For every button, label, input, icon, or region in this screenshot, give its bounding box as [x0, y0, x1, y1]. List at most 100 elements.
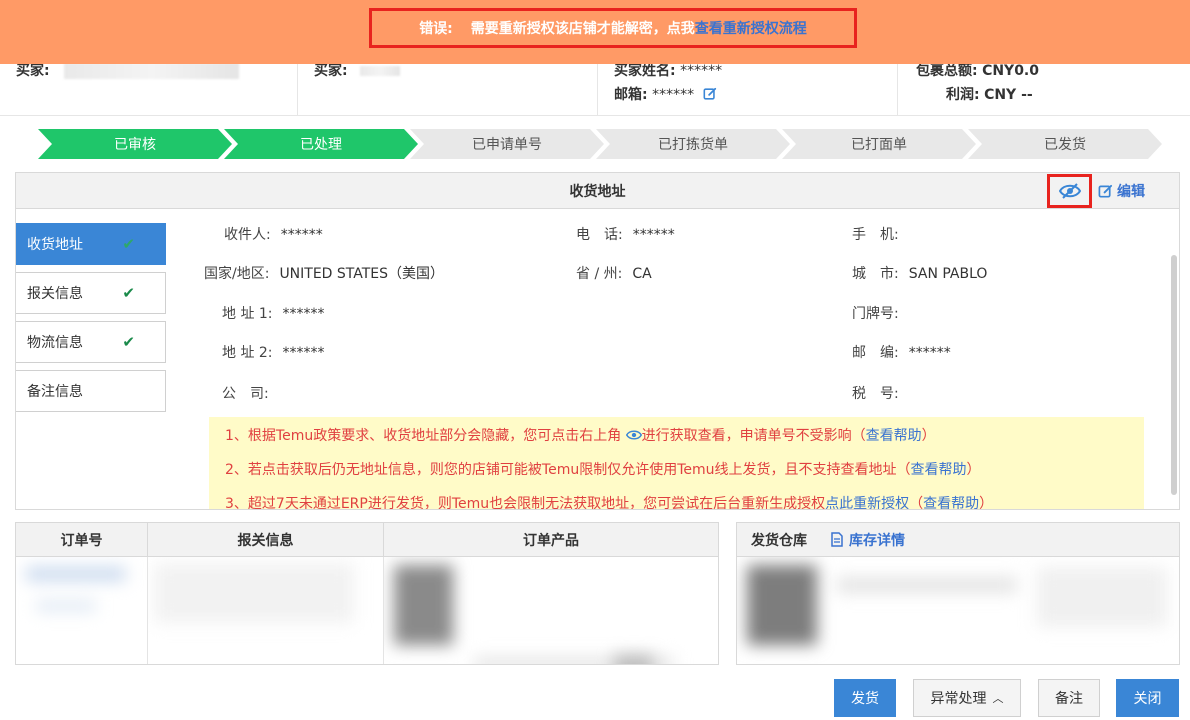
notice-text: 2、若点击获取后仍无地址信息，则您的店铺可能被Temu限制仅允许使用Temu线上… [225, 462, 911, 478]
shipping-address-panel: 收货地址 编辑 收货地址 ✔ 报关信息 ✔ 物流信息 ✔ 备注信息 收件人: *… [15, 172, 1180, 510]
address2-field: 地 址 2: ****** [222, 342, 325, 362]
tab-label: 收货地址 [27, 237, 83, 253]
email-value: ****** [652, 87, 695, 103]
col-order-products: 订单产品 [523, 532, 579, 549]
address1-label: 地 址 1: [222, 306, 273, 322]
note-button-label: 备注 [1055, 691, 1083, 707]
reveal-address-button[interactable] [1047, 174, 1092, 208]
country-field: 国家/地区: UNITED STATES（美国） [204, 263, 444, 283]
error-message-box: 错误: 需要重新授权该店铺才能解密，点我 查看重新授权流程 [369, 8, 857, 48]
buyer-value-blurred [64, 63, 240, 79]
address-panel-header: 收货地址 编辑 [16, 173, 1179, 209]
notice-text: 3、超过7天未通过ERP进行发货，则Temu也会限制无法获取地址，您可尝试在后台… [225, 496, 826, 509]
ship-button-label: 发货 [851, 691, 879, 707]
exception-handling-button[interactable]: 异常处理 ︿ [913, 679, 1021, 717]
stock-detail-link[interactable]: 库存详情 [831, 530, 905, 550]
notice-paren: ） [921, 428, 936, 444]
notice-paren: ） [966, 462, 981, 478]
edit-address-button[interactable]: 编辑 [1098, 181, 1145, 201]
edit-icon [1098, 184, 1113, 197]
address1-field: 地 址 1: ****** [222, 303, 325, 323]
city-field: 城 市: SAN PABLO [852, 263, 987, 283]
check-icon: ✔ [122, 333, 135, 351]
order-items-table: 订单号 报关信息 订单产品 [15, 522, 719, 665]
chevron-up-icon: ︿ [992, 692, 1004, 705]
step-shipped: 已发货 [968, 129, 1162, 159]
province-value: CA [632, 266, 652, 282]
step-reviewed: 已审核 [38, 129, 232, 159]
shipping-warehouse-panel: 发货仓库 库存详情 [736, 522, 1180, 665]
company-label: 公 司: [222, 386, 269, 402]
error-text: 需要重新授权该店铺才能解密，点我 [470, 21, 695, 37]
buyer-label: 买家: [16, 63, 50, 79]
phone-field: 电 话: ****** [576, 224, 675, 244]
close-button[interactable]: 关闭 [1116, 679, 1179, 717]
address1-value: ****** [282, 306, 325, 322]
blurred-content [26, 567, 126, 581]
notice-paren: （ [909, 496, 924, 509]
step-picklist-printed: 已打拣货单 [596, 129, 790, 159]
help-link[interactable]: 查看帮助 [911, 462, 967, 478]
edit-label: 编辑 [1117, 184, 1145, 200]
address-panel-body: 收货地址 ✔ 报关信息 ✔ 物流信息 ✔ 备注信息 收件人: ****** 电 话… [16, 210, 1179, 509]
close-button-label: 关闭 [1133, 691, 1162, 707]
tab-logistics-info[interactable]: 物流信息 ✔ [16, 321, 166, 363]
col-order-number: 订单号 [16, 523, 148, 556]
warehouse-title: 发货仓库 [751, 532, 807, 549]
eye-icon [625, 430, 642, 440]
house-number-label: 门牌号: [852, 306, 899, 322]
address-notice: 1、根据Temu政策要求、收货地址部分会隐藏，您可点击右上角 进行获取查看，申请… [209, 417, 1144, 509]
check-icon: ✔ [122, 235, 135, 253]
tab-customs-info[interactable]: 报关信息 ✔ [16, 272, 166, 314]
edit-email-icon[interactable] [703, 87, 717, 101]
mobile-label: 手 机: [852, 227, 899, 243]
email-label: 邮箱: [614, 87, 648, 103]
detail-side-tabs: 收货地址 ✔ 报关信息 ✔ 物流信息 ✔ 备注信息 [16, 223, 166, 419]
tab-label: 物流信息 [27, 335, 83, 351]
blurred-content [614, 655, 654, 664]
buyer-name-label: 买家姓名: [614, 63, 676, 79]
step-label: 已处理 [300, 137, 342, 153]
blurred-content [837, 577, 1017, 593]
profit-label: 利润: [946, 87, 980, 103]
blurred-content [1037, 567, 1167, 627]
package-total-value: CNY0.0 [982, 63, 1039, 79]
reauthorize-link[interactable]: 查看重新授权流程 [695, 18, 807, 38]
warehouse-header: 发货仓库 库存详情 [737, 523, 1179, 557]
customs-cell-blurred [148, 557, 384, 664]
table-row [16, 557, 718, 664]
company-field: 公 司: [222, 383, 279, 403]
recipient-value: ****** [280, 227, 323, 243]
note-button[interactable]: 备注 [1038, 679, 1100, 717]
zip-value: ****** [908, 345, 951, 361]
product-cell-blurred [384, 557, 718, 664]
city-value: SAN PABLO [908, 266, 988, 282]
blurred-content [154, 563, 354, 623]
step-tracking-applied: 已申请单号 [410, 129, 604, 159]
step-label: 已审核 [114, 137, 156, 153]
zip-label: 邮 编: [852, 345, 899, 361]
check-icon: ✔ [122, 284, 135, 302]
reauthorize-here-link[interactable]: 点此重新授权 [825, 496, 909, 509]
province-field: 省 / 州: CA [576, 263, 652, 283]
tab-shipping-address[interactable]: 收货地址 ✔ [16, 223, 166, 265]
help-link[interactable]: 查看帮助 [866, 428, 922, 444]
buyer2-label: 买家: [314, 63, 348, 79]
tab-label: 报关信息 [27, 286, 83, 302]
eye-slash-icon [1058, 183, 1081, 199]
profit-value: CNY -- [984, 87, 1033, 103]
blurred-product-image [747, 565, 817, 645]
notice-line-1: 1、根据Temu政策要求、收货地址部分会隐藏，您可点击右上角 进行获取查看，申请… [225, 425, 1128, 459]
order-number-cell-blurred [16, 557, 148, 664]
tab-remark-info[interactable]: 备注信息 [16, 370, 166, 412]
mobile-field: 手 机: [852, 224, 909, 244]
step-label-printed: 已打面单 [782, 129, 976, 159]
help-link[interactable]: 查看帮助 [923, 496, 979, 509]
address-scrollbar[interactable] [1171, 255, 1177, 495]
orders-table-header: 订单号 报关信息 订单产品 [16, 523, 718, 557]
ship-button[interactable]: 发货 [834, 679, 896, 717]
step-label: 已申请单号 [472, 137, 542, 153]
step-processed: 已处理 [224, 129, 418, 159]
order-progress-steps: 已审核 已处理 已申请单号 已打拣货单 已打面单 已发货 [38, 129, 1162, 159]
notice-line-2: 2、若点击获取后仍无地址信息，则您的店铺可能被Temu限制仅允许使用Temu线上… [225, 459, 1128, 493]
